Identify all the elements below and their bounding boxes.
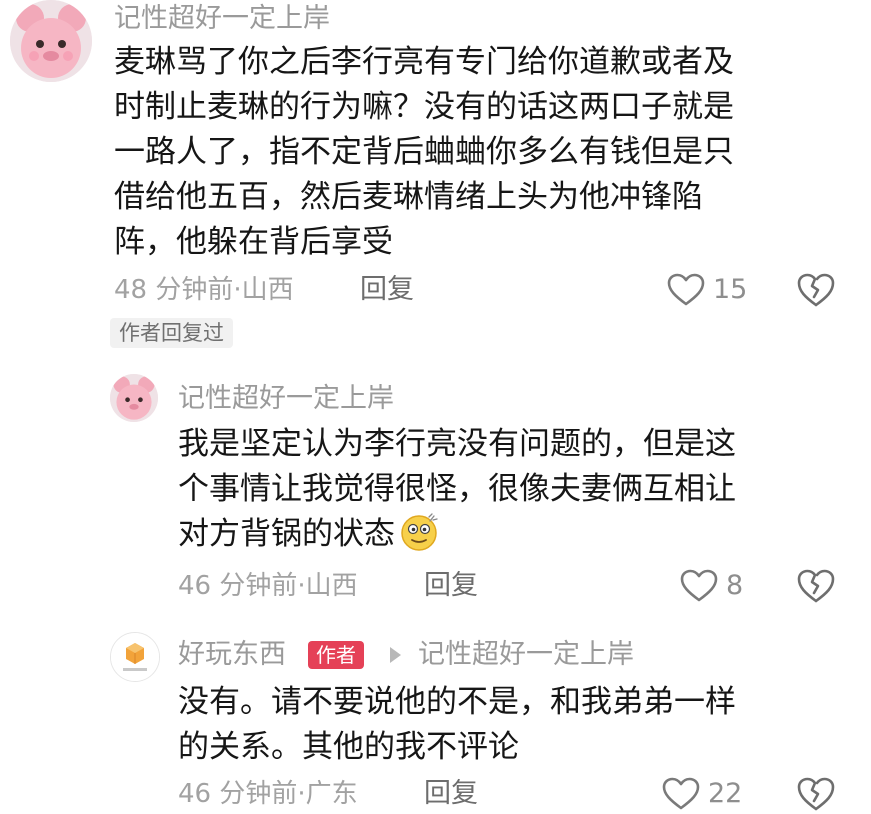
comment-username[interactable]: 记性超好一定上岸 [114, 2, 330, 36]
comment-username[interactable]: 记性超好一定上岸 [178, 382, 394, 416]
like-count: 22 [708, 778, 743, 809]
broken-heart-icon [797, 273, 835, 307]
comment-text: 我是坚定认为李行亮没有问题的，但是这 个事情让我觉得很怪，很像夫妻俩互相让 对方… [178, 422, 818, 557]
heart-icon [680, 569, 718, 602]
reply-button[interactable]: 回复 [424, 778, 478, 810]
like-button[interactable]: 15 [667, 270, 747, 310]
like-button[interactable]: 22 [662, 774, 742, 814]
comment-text: 麦琳骂了你之后李行亮有专门给你道歉或者及 时制止麦琳的行为嘛？没有的话这两口子就… [114, 44, 734, 260]
dizzy-face-emoji-icon [399, 512, 439, 552]
dislike-button[interactable] [797, 272, 835, 308]
orange-box-logo-avatar-icon [111, 633, 159, 681]
avatar[interactable] [110, 632, 160, 682]
dislike-button[interactable] [797, 568, 835, 604]
like-button[interactable]: 8 [680, 566, 743, 606]
dislike-button[interactable] [797, 776, 835, 812]
comment-meta: 46 分钟前·山西 [178, 571, 358, 601]
like-count: 15 [713, 274, 748, 305]
like-count: 8 [726, 570, 744, 601]
pink-bear-avatar-icon [10, 0, 92, 82]
reply-arrow-icon [390, 647, 401, 663]
reply-to-username[interactable]: 记性超好一定上岸 [418, 638, 634, 672]
author-replied-tag: 作者回复过 [110, 318, 233, 348]
comment-text-content: 我是坚定认为李行亮没有问题的，但是这 个事情让我觉得很怪，很像夫妻俩互相让 对方… [178, 426, 736, 552]
avatar[interactable] [10, 0, 92, 82]
author-badge: 作者 [308, 641, 364, 669]
comment-meta: 48 分钟前·山西 [114, 275, 294, 305]
broken-heart-icon [797, 569, 835, 603]
broken-heart-icon [797, 777, 835, 811]
reply-button[interactable]: 回复 [360, 274, 414, 306]
reply-button[interactable]: 回复 [424, 570, 478, 602]
comment-text: 没有。请不要说他的不是，和我弟弟一样 的关系。其他的我不评论 [178, 684, 736, 765]
avatar[interactable] [110, 374, 158, 422]
comment-meta: 46 分钟前·广东 [178, 779, 358, 809]
comment-username[interactable]: 好玩东西 [178, 638, 286, 672]
heart-icon [662, 777, 700, 810]
heart-icon [667, 273, 705, 306]
pink-bear-avatar-icon [110, 374, 158, 422]
